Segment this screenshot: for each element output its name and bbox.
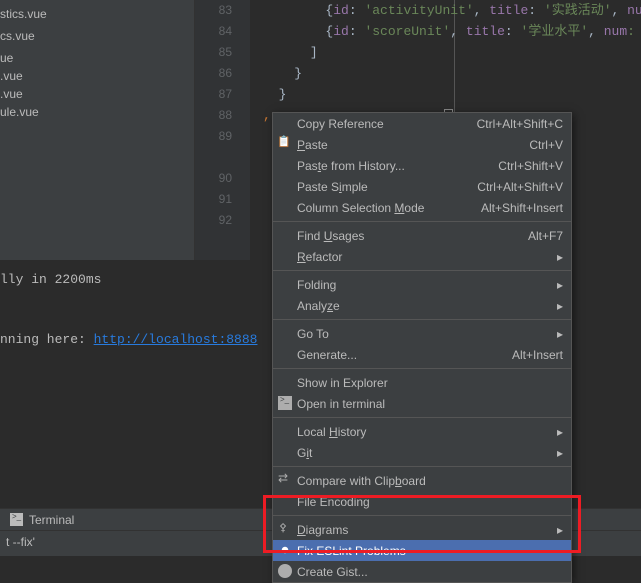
file-tree-item[interactable]: .vue: [0, 67, 194, 85]
chevron-right-icon: ▸: [557, 425, 563, 439]
compare-icon: [278, 473, 292, 487]
menu-analyze[interactable]: Analyze ▸: [273, 295, 571, 316]
file-tree-item[interactable]: ule.vue: [0, 103, 194, 121]
line-number: 91: [195, 189, 232, 210]
menu-separator: [273, 319, 571, 320]
paste-icon: [278, 137, 292, 151]
code-line[interactable]: {id: 'activityUnit', title: '实践活动', num:…: [263, 0, 641, 21]
shortcut-label: Ctrl+V: [529, 138, 563, 152]
file-tree-item[interactable]: ue: [0, 49, 194, 67]
shortcut-label: Alt+Shift+Insert: [481, 201, 563, 215]
file-tree-item[interactable]: .vue: [0, 85, 194, 103]
menu-compare-clipboard[interactable]: Compare with Clipboard: [273, 470, 571, 491]
chevron-right-icon: ▸: [557, 278, 563, 292]
menu-copy-reference[interactable]: Copy Reference Ctrl+Alt+Shift+C: [273, 113, 571, 134]
code-line[interactable]: {id: 'scoreUnit', title: '学业水平', num: '8…: [263, 21, 641, 42]
shortcut-label: Alt+Insert: [512, 348, 563, 362]
menu-paste-simple[interactable]: Paste Simple Ctrl+Alt+Shift+V: [273, 176, 571, 197]
shortcut-label: Ctrl+Alt+Shift+C: [477, 117, 563, 131]
chevron-right-icon: ▸: [557, 523, 563, 537]
status-text: t --fix': [6, 535, 35, 549]
menu-separator: [273, 417, 571, 418]
eslint-icon: [278, 543, 292, 557]
terminal-link[interactable]: http://localhost:8888: [94, 332, 258, 347]
diagram-icon: [278, 522, 292, 536]
chevron-right-icon: ▸: [557, 250, 563, 264]
line-number: [195, 147, 232, 168]
line-number: 84: [195, 21, 232, 42]
code-line[interactable]: }: [263, 63, 641, 84]
line-number: 86: [195, 63, 232, 84]
line-number: 85: [195, 42, 232, 63]
menu-create-gist[interactable]: Create Gist...: [273, 561, 571, 582]
menu-local-history[interactable]: Local History ▸: [273, 421, 571, 442]
menu-separator: [273, 368, 571, 369]
shortcut-label: Ctrl+Alt+Shift+V: [477, 180, 563, 194]
file-tree-item[interactable]: stics.vue: [0, 5, 194, 23]
menu-separator: [273, 515, 571, 516]
menu-refactor[interactable]: Refactor ▸: [273, 246, 571, 267]
menu-fix-eslint[interactable]: Fix ESLint Problems: [273, 540, 571, 561]
menu-diagrams[interactable]: Diagrams ▸: [273, 519, 571, 540]
file-tree-item[interactable]: cs.vue: [0, 27, 194, 45]
menu-goto[interactable]: Go To ▸: [273, 323, 571, 344]
menu-open-terminal[interactable]: Open in terminal: [273, 393, 571, 414]
line-number: 88: [195, 105, 232, 126]
chevron-right-icon: ▸: [557, 446, 563, 460]
chevron-right-icon: ▸: [557, 327, 563, 341]
menu-separator: [273, 221, 571, 222]
line-number: 87: [195, 84, 232, 105]
line-number: 92: [195, 210, 232, 231]
menu-folding[interactable]: Folding ▸: [273, 274, 571, 295]
terminal-tab-label: Terminal: [29, 513, 74, 527]
shortcut-label: Alt+F7: [528, 229, 563, 243]
context-menu: Copy Reference Ctrl+Alt+Shift+C Paste Ct…: [272, 112, 572, 583]
github-icon: [278, 564, 292, 578]
menu-generate[interactable]: Generate... Alt+Insert: [273, 344, 571, 365]
menu-separator: [273, 466, 571, 467]
terminal-icon: [10, 513, 23, 526]
file-tree: stics.vue cs.vue ue .vue .vue ule.vue: [0, 0, 195, 260]
terminal-tab[interactable]: Terminal: [0, 509, 84, 530]
menu-column-selection[interactable]: Column Selection Mode Alt+Shift+Insert: [273, 197, 571, 218]
menu-paste-history[interactable]: Paste from History... Ctrl+Shift+V: [273, 155, 571, 176]
gutter: 83 84 85 86 87 88 89 90 91 92: [195, 0, 250, 260]
line-number: 83: [195, 0, 232, 21]
chevron-right-icon: ▸: [557, 299, 563, 313]
menu-show-explorer[interactable]: Show in Explorer: [273, 372, 571, 393]
terminal-icon: [278, 396, 292, 410]
menu-git[interactable]: Git ▸: [273, 442, 571, 463]
menu-find-usages[interactable]: Find Usages Alt+F7: [273, 225, 571, 246]
line-number: 90: [195, 168, 232, 189]
menu-file-encoding[interactable]: File Encoding: [273, 491, 571, 512]
line-number: 89: [195, 126, 232, 147]
code-line[interactable]: }: [263, 84, 641, 105]
menu-paste[interactable]: Paste Ctrl+V: [273, 134, 571, 155]
menu-separator: [273, 270, 571, 271]
code-line[interactable]: ]: [263, 42, 641, 63]
shortcut-label: Ctrl+Shift+V: [498, 159, 563, 173]
